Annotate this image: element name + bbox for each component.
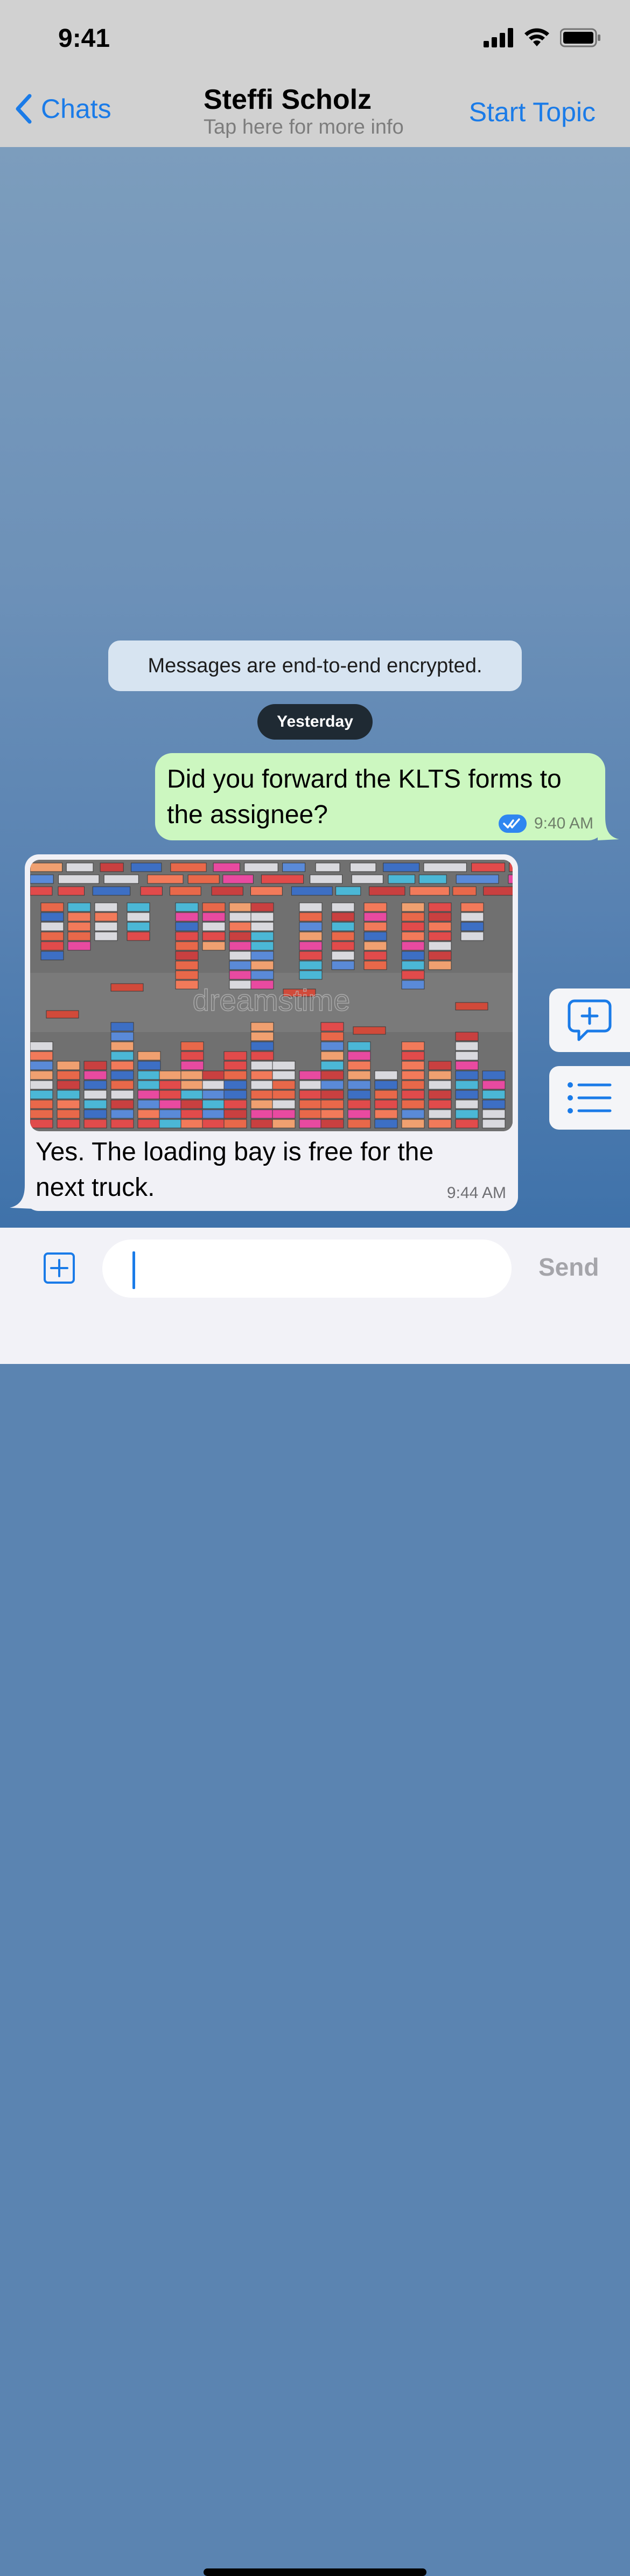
outgoing-message[interactable]: Did you forward the KLTS forms to the as… — [155, 753, 605, 840]
status-time: 9:41 — [58, 24, 110, 53]
cellular-signal-icon — [484, 28, 513, 47]
composer-bar: Send — [0, 1228, 630, 2576]
chevron-left-icon — [16, 94, 32, 124]
chat-subtitle[interactable]: Tap here for more info — [204, 116, 404, 139]
double-check-icon — [498, 814, 527, 833]
incoming-message[interactable]: dreamstime Yes. The loading bay is free … — [25, 854, 518, 1211]
chat-plus-icon — [568, 999, 612, 1041]
container-yard-photo: dreamstime — [30, 860, 513, 1131]
start-topic-button[interactable]: Start Topic — [469, 96, 596, 128]
send-button[interactable]: Send — [538, 1252, 599, 1282]
message-meta: 9:40 AM — [498, 814, 593, 833]
message-time: 9:40 AM — [534, 814, 593, 832]
list-icon — [568, 1082, 612, 1113]
topics-list-button[interactable] — [549, 1066, 630, 1130]
new-topic-button[interactable] — [549, 988, 630, 1052]
status-bar: 9:41 — [0, 0, 630, 78]
message-time: 9:44 AM — [446, 1184, 506, 1202]
battery-icon — [560, 28, 600, 47]
encryption-notice: Messages are end-to-end encrypted. — [108, 640, 522, 691]
message-text: Yes. The loading bay is free for the nex… — [36, 1138, 434, 1202]
text-cursor — [132, 1251, 135, 1289]
nav-bar: Chats Steffi Scholz Tap here for more in… — [0, 78, 630, 147]
message-photo[interactable]: dreamstime — [30, 860, 513, 1131]
attach-button[interactable] — [43, 1252, 75, 1287]
wifi-icon — [524, 28, 549, 46]
plus-square-icon — [44, 1252, 75, 1284]
message-input[interactable] — [102, 1240, 512, 1298]
photo-watermark: dreamstime — [193, 983, 351, 1017]
status-icons — [484, 28, 601, 47]
date-separator: Yesterday — [257, 704, 373, 740]
back-label: Chats — [41, 94, 111, 124]
chat-title[interactable]: Steffi Scholz — [204, 83, 372, 116]
back-button[interactable]: Chats — [14, 93, 111, 124]
home-indicator — [204, 2568, 426, 2576]
